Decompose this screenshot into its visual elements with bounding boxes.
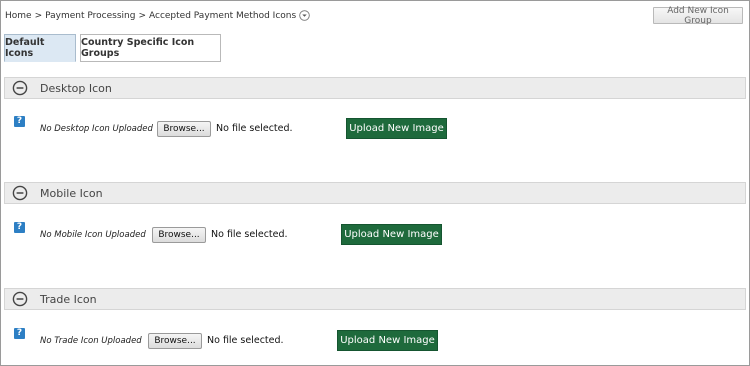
section-title: Desktop Icon (40, 81, 112, 95)
collapse-icon[interactable] (12, 291, 28, 307)
trade-icon-status: No Trade Icon Uploaded (40, 336, 142, 346)
section-title: Trade Icon (40, 292, 97, 306)
breadcrumb: Home > Payment Processing > Accepted Pay… (5, 10, 310, 21)
tab-bar: Default Icons Country Specific Icon Grou… (4, 34, 225, 62)
breadcrumb-separator: > (138, 10, 146, 21)
desktop-upload-button[interactable]: Upload New Image (346, 118, 447, 139)
mobile-browse-button[interactable]: Browse... (152, 227, 206, 243)
desktop-file-status: No file selected. (216, 123, 293, 134)
section-title: Mobile Icon (40, 186, 103, 200)
trade-upload-button[interactable]: Upload New Image (337, 330, 438, 351)
trade-file-status: No file selected. (207, 335, 284, 346)
chevron-down-icon[interactable] (299, 10, 310, 21)
trade-browse-button[interactable]: Browse... (148, 333, 202, 349)
collapse-icon[interactable] (12, 80, 28, 96)
help-icon[interactable]: ? (14, 328, 25, 339)
breadcrumb-home[interactable]: Home (5, 11, 32, 21)
collapse-icon[interactable] (12, 185, 28, 201)
add-new-icon-group-button[interactable]: Add New Icon Group (653, 6, 743, 26)
section-header-trade-icon[interactable]: Trade Icon (4, 288, 746, 310)
breadcrumb-separator: > (34, 10, 43, 21)
desktop-icon-status: No Desktop Icon Uploaded (40, 124, 153, 134)
mobile-file-status: No file selected. (211, 229, 288, 240)
tab-country-specific-icon-groups[interactable]: Country Specific Icon Groups (80, 34, 221, 62)
section-header-desktop-icon[interactable]: Desktop Icon (4, 77, 746, 99)
tab-default-icons[interactable]: Default Icons (4, 34, 76, 62)
help-icon[interactable]: ? (14, 116, 25, 127)
section-header-mobile-icon[interactable]: Mobile Icon (4, 182, 746, 204)
mobile-icon-status: No Mobile Icon Uploaded (40, 230, 146, 240)
desktop-browse-button[interactable]: Browse... (157, 121, 211, 137)
mobile-upload-button[interactable]: Upload New Image (341, 224, 442, 245)
breadcrumb-current: Accepted Payment Method Icons (149, 10, 297, 21)
help-icon[interactable]: ? (14, 222, 25, 233)
breadcrumb-payment-processing[interactable]: Payment Processing (45, 11, 135, 21)
